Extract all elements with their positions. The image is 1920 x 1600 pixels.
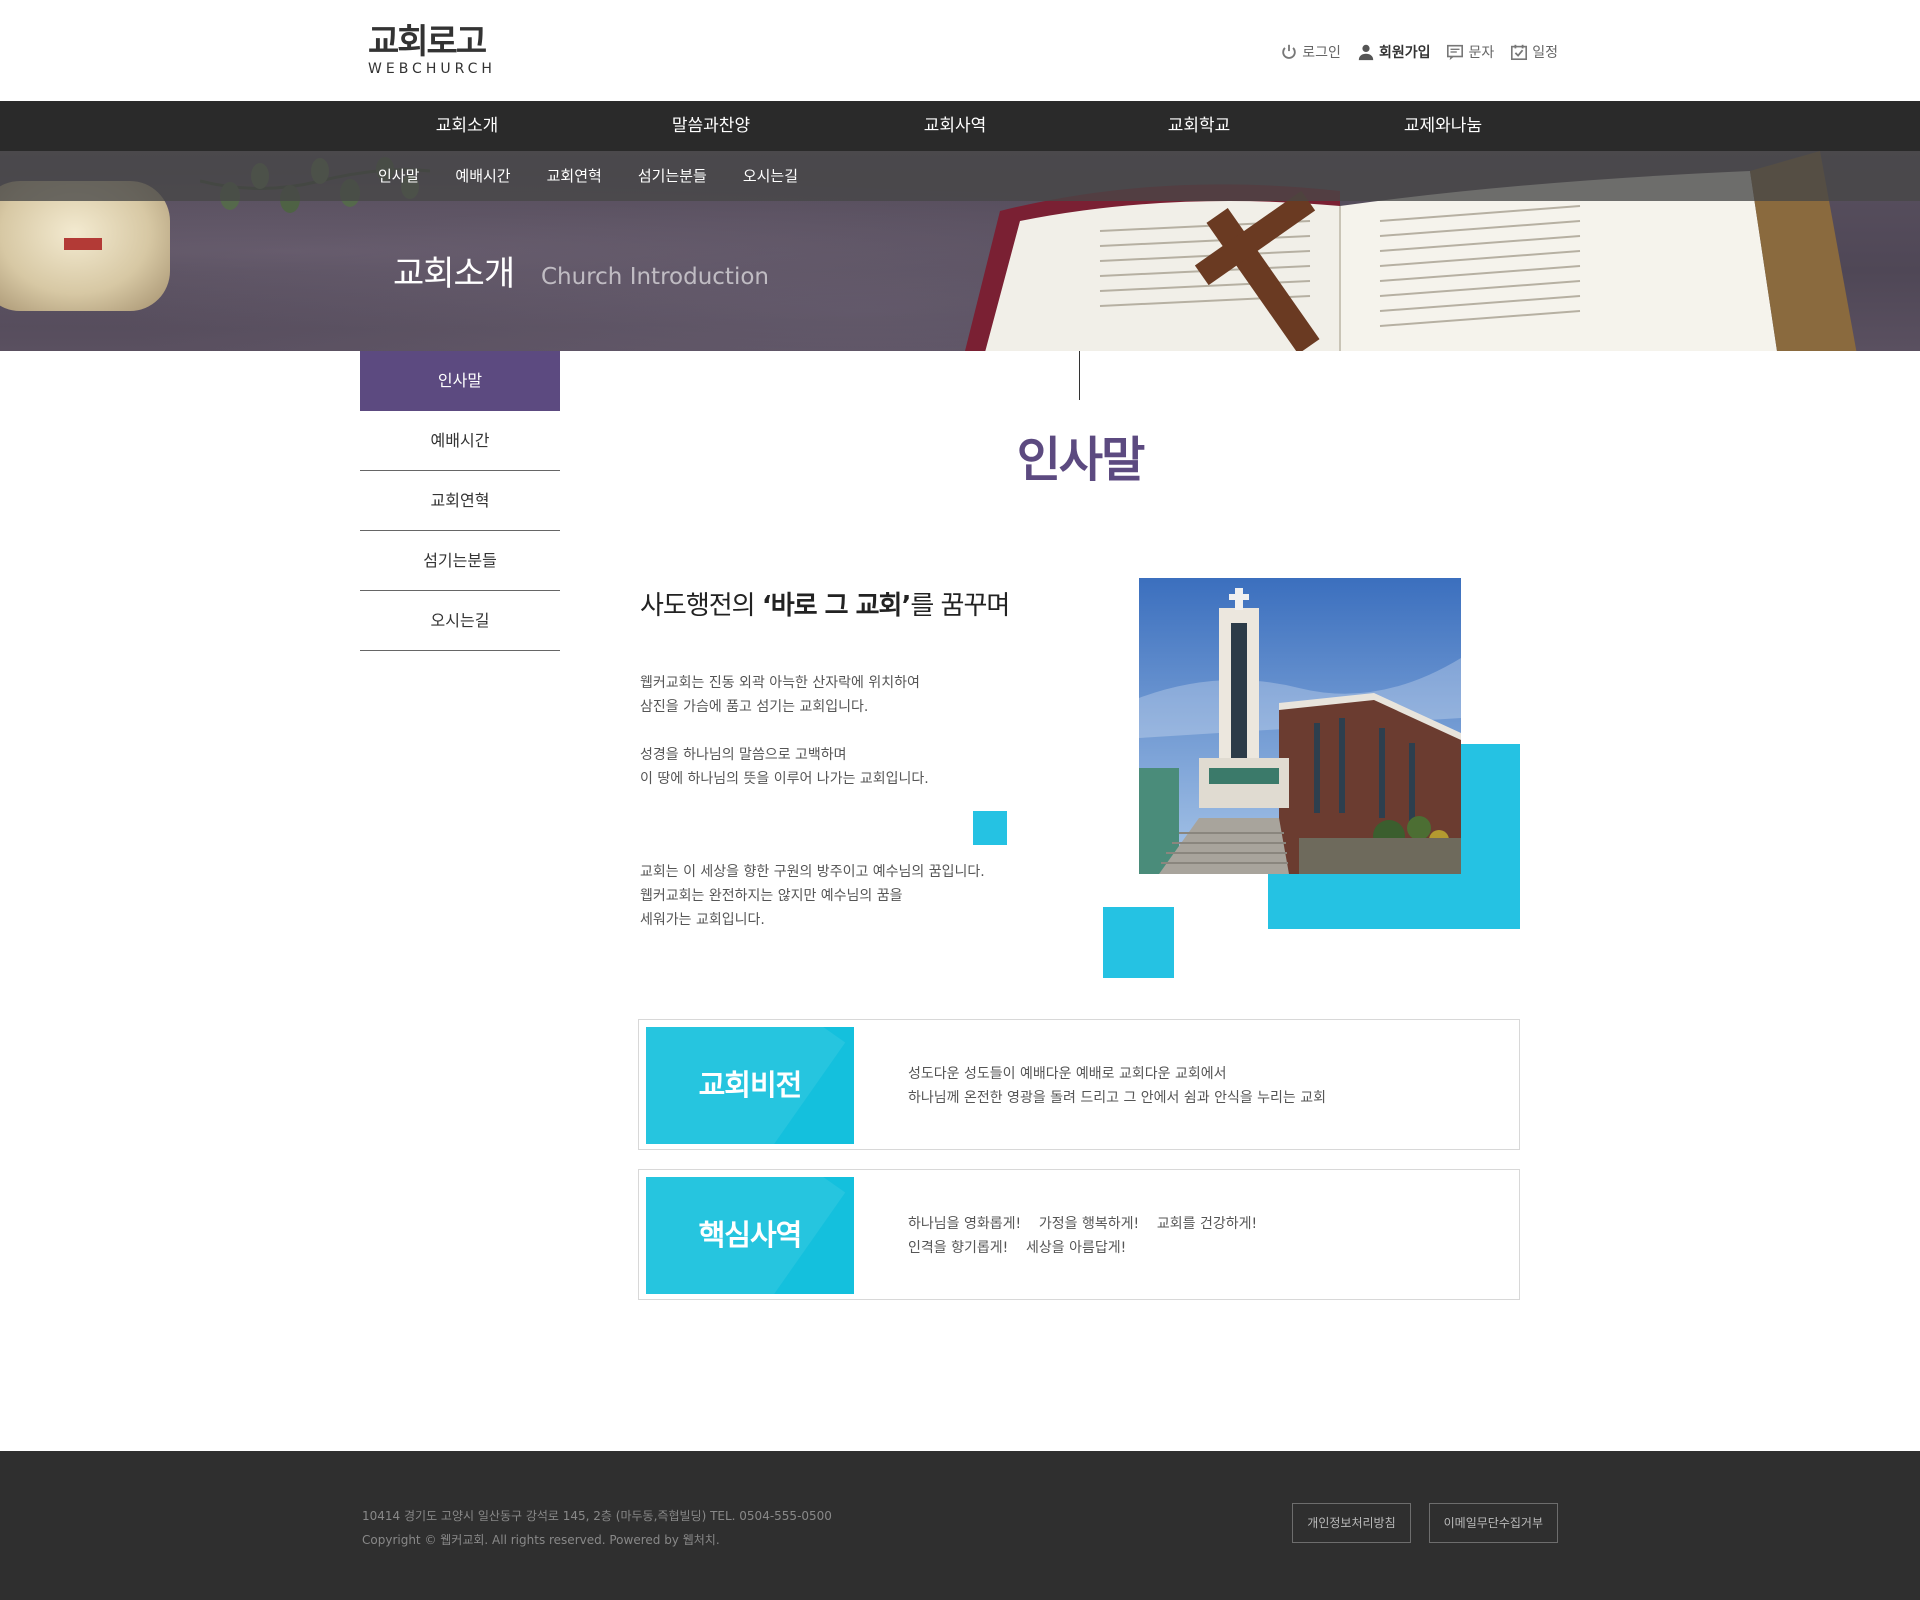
schedule-label: 일정 [1532,45,1558,61]
sidebar-item-greeting[interactable]: 인사말 [360,351,560,411]
decoration-square-small [973,811,1007,845]
footer: 10414 경기도 고양시 일산동구 강석로 145, 2층 (마두동,즉협빌딩… [0,1451,1920,1600]
subnav-item-greeting[interactable]: 인사말 [360,151,437,201]
privacy-policy-button[interactable]: 개인정보처리방침 [1292,1503,1411,1543]
vision-label-text: 교회비전 [698,1068,803,1102]
signup-label: 회원가입 [1378,45,1431,61]
login-label: 로그인 [1302,45,1341,61]
vision-label: 교회비전 [646,1027,854,1144]
message-label: 문자 [1468,45,1495,61]
core-ministry-label: 핵심사역 [646,1177,854,1294]
greeting-paragraph-3: 교회는 이 세상을 향한 구원의 방주이고 예수님의 꿈입니다. 웹커교회는 완… [640,860,985,932]
email-refusal-button[interactable]: 이메일무단수집거부 [1428,1503,1558,1543]
schedule-link[interactable]: 일정 [1510,42,1558,62]
core-ministry-box: 핵심사역 하나님을 영화롭게! 가정을 행복하게! 교회를 건강하게! 인격을 … [638,1169,1520,1300]
greeting-heading-pre: 사도행전의 [640,591,762,621]
greeting-heading-post: 를 꿈꾸며 [910,591,1010,621]
core-ministry-text: 하나님을 영화롭게! 가정을 행복하게! 교회를 건강하게! 인격을 향기롭게!… [908,1212,1257,1260]
subnav-item-directions[interactable]: 오시는길 [725,151,816,201]
subnav-item-worship-time[interactable]: 예배시간 [437,151,528,201]
sidebar-item-history[interactable]: 교회연혁 [360,471,560,531]
power-icon [1282,44,1296,59]
nav-item-school[interactable]: 교회학교 [1077,101,1321,151]
nav-item-word-praise[interactable]: 말씀과찬양 [589,101,833,151]
subnav-item-staff[interactable]: 섬기는분들 [620,151,725,201]
decoration-square-medium [1103,907,1174,978]
paragraph-line: 교회는 이 세상을 향한 구원의 방주이고 예수님의 꿈입니다. [640,864,985,880]
logo-subtitle: WEBCHURCH [368,61,496,77]
church-photo [1139,578,1461,874]
sidebar-item-directions[interactable]: 오시는길 [360,591,560,651]
core-ministry-line: 인격을 향기롭게! 세상을 아름답게! [908,1240,1127,1256]
user-icon [1358,44,1374,61]
hero-subtitle: Church Introduction [541,264,769,290]
nav-item-ministry[interactable]: 교회사역 [833,101,1077,151]
page-title: 인사말 [1016,432,1145,488]
greeting-heading: 사도행전의 ‘바로 그 교회’를 꿈꾸며 [640,585,1010,622]
header: 교회로고 WEBCHURCH 로그인 회원가입 문자 일정 [0,0,1920,101]
calendar-check-icon [1511,44,1528,61]
message-icon [1447,44,1464,61]
sidebar-item-worship-time[interactable]: 예배시간 [360,411,560,471]
paragraph-line: 세워가는 교회입니다. [640,912,765,928]
core-ministry-label-text: 핵심사역 [698,1218,803,1252]
nav-item-fellowship[interactable]: 교제와나눔 [1321,101,1565,151]
sidebar-item-staff[interactable]: 섬기는분들 [360,531,560,591]
main-nav: 교회소개 말씀과찬양 교회사역 교회학교 교제와나눔 [0,101,1920,151]
footer-info: 10414 경기도 고양시 일산동구 강석로 145, 2층 (마두동,즉협빌딩… [362,1504,832,1552]
footer-links: 개인정보처리방침 이메일무단수집거부 [1292,1503,1558,1543]
side-nav: 인사말 예배시간 교회연혁 섬기는분들 오시는길 [360,351,560,651]
message-link[interactable]: 문자 [1446,42,1494,62]
paragraph-line: 웹커교회는 완전하지는 않지만 예수님의 꿈을 [640,888,903,904]
login-link[interactable]: 로그인 [1280,42,1341,62]
subnav-item-history[interactable]: 교회연혁 [529,151,620,201]
vision-line: 하나님께 온전한 영광을 돌려 드리고 그 안에서 쉼과 안식을 누리는 교회 [908,1090,1327,1106]
greeting-heading-bold: ‘바로 그 교회’ [761,591,911,621]
paragraph-line: 이 땅에 하나님의 뜻을 이루어 나가는 교회입니다. [640,771,929,787]
nav-item-intro[interactable]: 교회소개 [345,101,589,151]
logo-title: 교회로고 [368,22,487,62]
core-ministry-line: 하나님을 영화롭게! 가정을 행복하게! 교회를 건강하게! [908,1216,1258,1232]
footer-copyright: Copyright © 웹커교회. All rights reserved. P… [362,1533,720,1547]
hero-title: 교회소개 [393,254,515,294]
vision-line: 성도다운 성도들이 예배다운 예배로 교회다운 교회에서 [908,1066,1227,1082]
paragraph-line: 삼진을 가슴에 품고 섬기는 교회입니다. [640,699,869,715]
signup-link[interactable]: 회원가입 [1357,42,1431,62]
vision-box: 교회비전 성도다운 성도들이 예배다운 예배로 교회다운 교회에서 하나님께 온… [638,1019,1520,1150]
logo[interactable]: 교회로고 WEBCHURCH [368,22,496,76]
greeting-paragraph-1: 웹커교회는 진동 외곽 아늑한 산자락에 위치하여 삼진을 가슴에 품고 섬기는… [640,671,920,719]
vision-text: 성도다운 성도들이 예배다운 예배로 교회다운 교회에서 하나님께 온전한 영광… [908,1062,1326,1110]
sub-nav: 인사말 예배시간 교회연혁 섬기는분들 오시는길 [0,151,1920,201]
paragraph-line: 웹커교회는 진동 외곽 아늑한 산자락에 위치하여 [640,675,920,691]
title-divider-line [1079,351,1080,400]
footer-address: 10414 경기도 고양시 일산동구 강석로 145, 2층 (마두동,즉협빌딩… [362,1509,832,1523]
candle-label-decoration [64,238,102,250]
hero-banner: 인사말 예배시간 교회연혁 섬기는분들 오시는길 교회소개 Church Int… [0,151,1920,351]
greeting-paragraph-2: 성경을 하나님의 말씀으로 고백하며 이 땅에 하나님의 뜻을 이루어 나가는 … [640,743,929,791]
utility-menu: 로그인 회원가입 문자 일정 [1280,42,1558,62]
paragraph-line: 성경을 하나님의 말씀으로 고백하며 [640,747,847,763]
